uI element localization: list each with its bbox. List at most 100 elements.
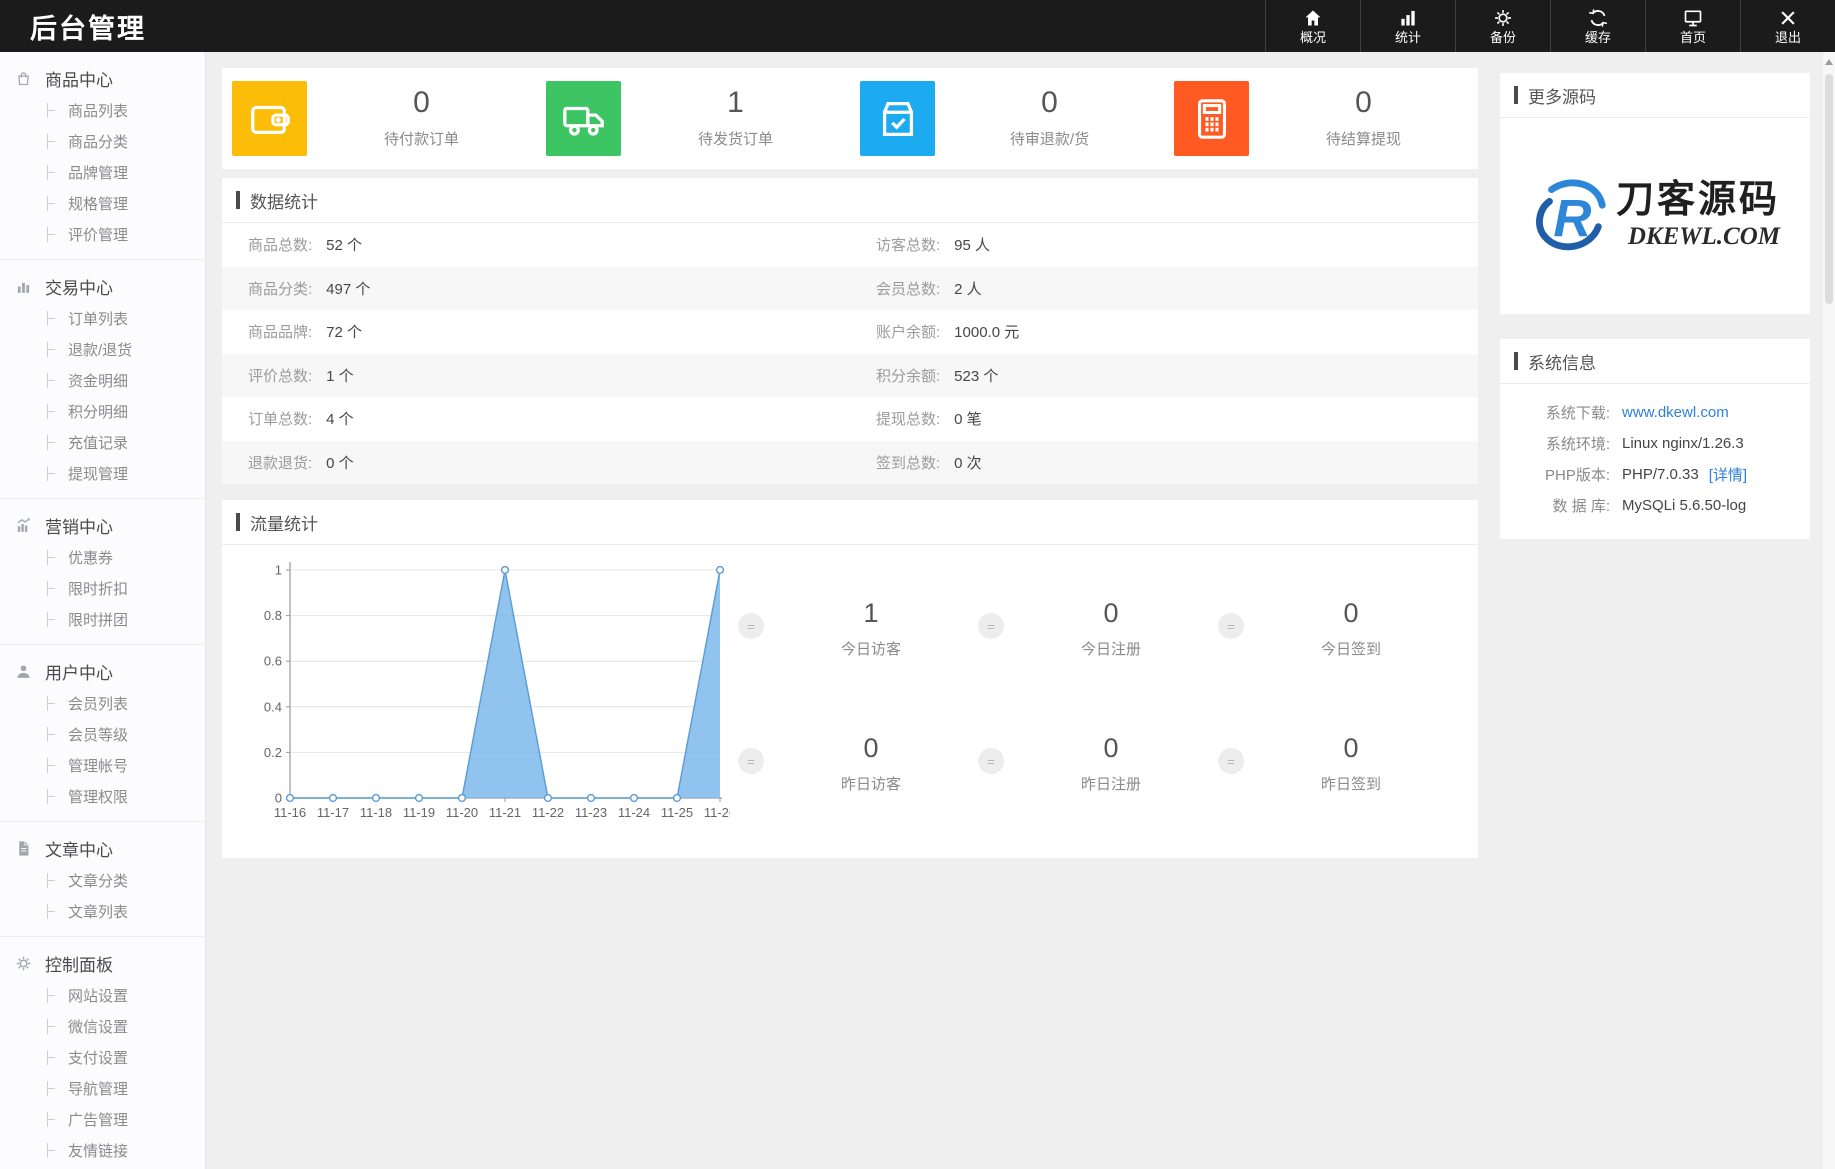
svg-text:R: R (1553, 189, 1591, 248)
sidebar-item[interactable]: 管理帐号 (0, 750, 205, 781)
summary-card-label: 待付款订单 (307, 128, 536, 149)
bag-icon (15, 70, 45, 87)
system-info-label: 系统环境: (1516, 433, 1610, 454)
sidebar-item[interactable]: 网站设置 (0, 980, 205, 1011)
sidebar-item[interactable]: 商品列表 (0, 95, 205, 126)
sidebar-item-label: 退款/退货 (68, 339, 132, 360)
sidebar-section-head-article[interactable]: 文章中心 (0, 831, 205, 865)
traffic-stat-label: 昨日注册 (1004, 773, 1218, 794)
summary-card-pending-payment-orders[interactable]: 0待付款订单 (222, 68, 536, 169)
system-info-panel: 系统信息 系统下载:www.dkewl.com系统环境:Linux nginx/… (1500, 339, 1810, 539)
sidebar-item[interactable]: 订单列表 (0, 303, 205, 334)
branch-icon (47, 758, 59, 773)
svg-text:1: 1 (275, 563, 282, 578)
traffic-stat-text: 0 昨日签到 (1244, 735, 1458, 794)
svg-text:11-24: 11-24 (618, 805, 650, 820)
stat-label: 退款退货: (248, 452, 312, 473)
sidebar-item[interactable]: 会员列表 (0, 688, 205, 719)
gear-icon (15, 955, 45, 972)
traffic-stat-text: 0今日签到 (1244, 600, 1458, 659)
data-stats-panel: 数据统计 商品总数:52 个访客总数:95 人商品分类:497 个会员总数:2 … (222, 178, 1478, 484)
data-stats-body: 商品总数:52 个访客总数:95 人商品分类:497 个会员总数:2 人商品品牌… (222, 223, 1478, 484)
header-nav-label: 缓存 (1585, 31, 1611, 44)
sidebar-item[interactable]: 评价管理 (0, 219, 205, 250)
sidebar-item[interactable]: 提现管理 (0, 458, 205, 489)
sidebar-item[interactable]: 规格管理 (0, 188, 205, 219)
summary-card-value: 0 (935, 88, 1164, 118)
svg-text:11-23: 11-23 (575, 805, 607, 820)
truck-icon (546, 81, 621, 156)
sidebar-item[interactable]: 商品分类 (0, 126, 205, 157)
sidebar-item[interactable]: 优惠券 (0, 542, 205, 573)
summary-card-pending-shipment-orders[interactable]: 1待发货订单 (536, 68, 850, 169)
traffic-stat: =1今日访客 (738, 600, 978, 659)
summary-card-text: 0待结算提现 (1249, 88, 1478, 149)
summary-card-pending-refund-review[interactable]: 0待审退款/货 (850, 68, 1164, 169)
sidebar-item[interactable]: 充值记录 (0, 427, 205, 458)
sidebar-item[interactable]: 限时拼团 (0, 604, 205, 635)
traffic-stat-label: 昨日签到 (1244, 773, 1458, 794)
sidebar-item[interactable]: 支付设置 (0, 1042, 205, 1073)
sidebar: 商品中心商品列表商品分类品牌管理规格管理评价管理交易中心订单列表退款/退货资金明… (0, 52, 206, 1169)
header-nav-statistics[interactable]: 统计 (1360, 0, 1455, 52)
equals-badge-icon: = (978, 748, 1004, 774)
scrollbar-thumb[interactable] (1825, 74, 1833, 304)
sidebar-section-head-user[interactable]: 用户中心 (0, 654, 205, 688)
sidebar-item[interactable]: 品牌管理 (0, 157, 205, 188)
system-info-value[interactable]: www.dkewl.com (1622, 404, 1729, 421)
header-nav-cache[interactable]: 缓存 (1550, 0, 1645, 52)
sidebar-section-head-trade[interactable]: 交易中心 (0, 269, 205, 303)
app-title: 后台管理 (0, 0, 176, 52)
system-info-label: 系统下载: (1516, 402, 1610, 423)
dkewl-logo-text: 刀客源码 DKEWL.COM (1616, 180, 1780, 251)
sidebar-item[interactable]: 广告管理 (0, 1104, 205, 1135)
package-check-icon (860, 81, 935, 156)
branch-icon (47, 311, 59, 326)
summary-card-pending-settlement-withdrawal[interactable]: 0待结算提现 (1164, 68, 1478, 169)
svg-text:11-16: 11-16 (274, 805, 306, 820)
refresh-icon (1588, 8, 1608, 28)
system-info-detail-link[interactable]: [详情] (1709, 464, 1747, 485)
dkewl-logo-link[interactable]: R 刀客源码 DKEWL.COM (1500, 118, 1810, 312)
traffic-stat-label: 今日签到 (1244, 638, 1458, 659)
branch-icon (47, 904, 59, 919)
sidebar-item[interactable]: 限时折扣 (0, 573, 205, 604)
header-nav-homepage[interactable]: 首页 (1645, 0, 1740, 52)
equals-badge-icon: = (1218, 613, 1244, 639)
header-nav-logout[interactable]: 退出 (1740, 0, 1835, 52)
sidebar-item-label: 友情链接 (68, 1140, 128, 1161)
svg-text:11-19: 11-19 (403, 805, 435, 820)
sidebar-item[interactable]: 管理权限 (0, 781, 205, 812)
sidebar-item[interactable]: 资金明细 (0, 365, 205, 396)
sidebar-section-head-control[interactable]: 控制面板 (0, 946, 205, 980)
sidebar-item[interactable]: 积分明细 (0, 396, 205, 427)
sidebar-item[interactable]: 退款/退货 (0, 334, 205, 365)
page-scrollbar[interactable] (1823, 52, 1835, 1169)
stat-value: 497 个 (326, 278, 370, 299)
svg-text:11-26: 11-26 (704, 805, 730, 820)
header-nav-overview[interactable]: 概况 (1265, 0, 1360, 52)
sidebar-item[interactable]: 会员等级 (0, 719, 205, 750)
stat-label: 签到总数: (876, 452, 940, 473)
branch-icon (47, 1143, 59, 1158)
sidebar-item[interactable]: 导航管理 (0, 1073, 205, 1104)
stat-value: 523 个 (954, 365, 998, 386)
scrollbar-up-arrow-icon[interactable] (1825, 59, 1833, 65)
system-info-value: MySQLi 5.6.50-log (1622, 497, 1746, 514)
sidebar-item[interactable]: 文章分类 (0, 865, 205, 896)
stat-label: 积分余额: (876, 365, 940, 386)
sidebar-section-head-marketing[interactable]: 营销中心 (0, 508, 205, 542)
stat-value: 72 个 (326, 321, 362, 342)
equals-badge-icon: = (738, 748, 764, 774)
branch-icon (47, 466, 59, 481)
traffic-stat-value: 0 (1244, 735, 1458, 762)
data-stats-cell: 退款退货:0 个 (222, 452, 850, 473)
sidebar-item[interactable]: 微信设置 (0, 1011, 205, 1042)
data-stats-cell: 订单总数:4 个 (222, 408, 850, 429)
sidebar-item[interactable]: 友情链接 (0, 1135, 205, 1166)
header-nav-label: 概况 (1300, 31, 1326, 44)
header-nav-backup[interactable]: 备份 (1455, 0, 1550, 52)
data-stats-cell: 积分余额: 523 个 (850, 365, 1478, 386)
sidebar-item[interactable]: 文章列表 (0, 896, 205, 927)
sidebar-section-head-goods[interactable]: 商品中心 (0, 61, 205, 95)
